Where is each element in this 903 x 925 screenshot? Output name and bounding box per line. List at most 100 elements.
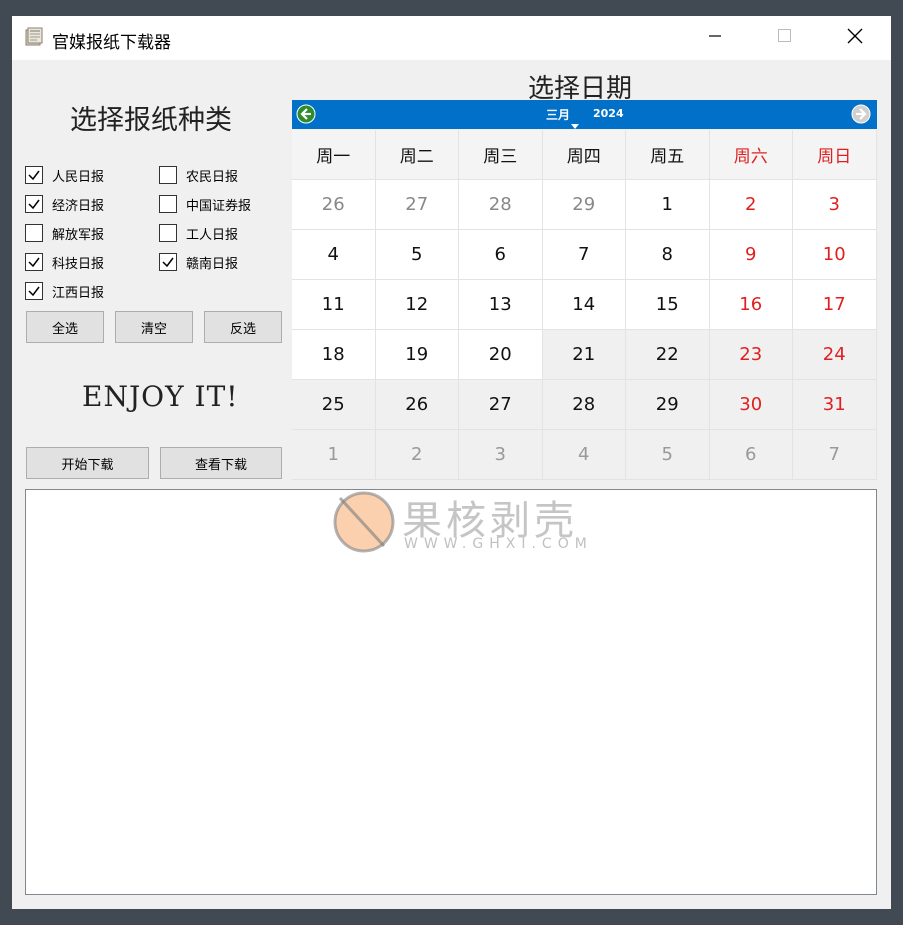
checkbox-box[interactable]	[159, 166, 177, 184]
checkbox-keji[interactable]: 科技日报	[25, 252, 104, 272]
calendar-day[interactable]: 20	[459, 330, 543, 380]
calendar-day[interactable]: 24	[793, 330, 877, 380]
newspaper-type-heading: 选择报纸种类	[70, 105, 232, 136]
log-textbox[interactable]	[25, 489, 877, 895]
checkbox-label: 人民日报	[52, 169, 105, 185]
select-all-button[interactable]: 全选	[26, 311, 104, 343]
calendar-day[interactable]: 28	[542, 380, 626, 430]
checkbox-zhengquan[interactable]: 中国证券报	[159, 194, 251, 214]
calendar-day[interactable]: 23	[709, 330, 793, 380]
maximize-icon	[776, 28, 792, 48]
view-downloads-button[interactable]: 查看下载	[160, 447, 282, 479]
close-button[interactable]	[832, 16, 878, 60]
calendar-day[interactable]: 6	[709, 430, 793, 480]
checkbox-box[interactable]	[25, 282, 43, 300]
window-title: 官媒报纸下载器	[52, 33, 171, 53]
calendar-day[interactable]: 5	[375, 230, 459, 280]
checkbox-label: 工人日报	[186, 227, 239, 243]
checkbox-jingji[interactable]: 经济日报	[25, 194, 104, 214]
year-selector[interactable]: 2024	[593, 107, 624, 120]
calendar-week: 1 2 3 4 5 6 7	[292, 430, 877, 480]
calendar-day[interactable]: 27	[375, 180, 459, 230]
checkbox-label: 经济日报	[52, 198, 105, 214]
calendar-day[interactable]: 7	[542, 230, 626, 280]
calendar-week: 11 12 13 14 15 16 17	[292, 280, 877, 330]
calendar-day[interactable]: 6	[459, 230, 543, 280]
calendar-day[interactable]: 1	[292, 430, 376, 480]
calendar-day[interactable]: 22	[626, 330, 710, 380]
calendar-day[interactable]: 18	[292, 330, 376, 380]
calendar-day[interactable]: 30	[709, 380, 793, 430]
maximize-button[interactable]	[761, 16, 807, 60]
calendar-day[interactable]: 3	[793, 180, 877, 230]
calendar-day[interactable]: 28	[459, 180, 543, 230]
calendar-week: 26 27 28 29 1 2 3	[292, 180, 877, 230]
minimize-button[interactable]	[692, 16, 738, 60]
calendar-week: 4 5 6 7 8 9 10	[292, 230, 877, 280]
checkbox-box[interactable]	[25, 253, 43, 271]
calendar-day[interactable]: 14	[542, 280, 626, 330]
checkbox-nongmin[interactable]: 农民日报	[159, 165, 238, 185]
start-download-button[interactable]: 开始下载	[26, 447, 149, 479]
invert-selection-button[interactable]: 反选	[204, 311, 282, 343]
calendar-day[interactable]: 26	[292, 180, 376, 230]
calendar-day[interactable]: 3	[459, 430, 543, 480]
checkbox-box[interactable]	[159, 195, 177, 213]
calendar-day[interactable]: 5	[626, 430, 710, 480]
checkbox-label: 解放军报	[52, 227, 105, 243]
checkbox-box[interactable]	[159, 253, 177, 271]
prev-month-icon[interactable]	[296, 104, 316, 124]
month-selector[interactable]: 三月	[546, 106, 570, 123]
checkbox-box[interactable]	[159, 224, 177, 242]
calendar-day[interactable]: 15	[626, 280, 710, 330]
window-body: 选择报纸种类 人民日报 农民日报 经济日报 中国证券报 解放军报 工人日报 科技…	[12, 60, 891, 909]
weekday-header-row: 周一 周二 周三 周四 周五 周六 周日	[292, 130, 877, 180]
calendar-day[interactable]: 19	[375, 330, 459, 380]
checkbox-label: 赣南日报	[186, 256, 239, 272]
calendar-day[interactable]: 29	[542, 180, 626, 230]
checkbox-box[interactable]	[25, 195, 43, 213]
minimize-icon	[707, 28, 723, 48]
checkbox-box[interactable]	[25, 224, 43, 242]
calendar-day[interactable]: 1	[626, 180, 710, 230]
weekday-tue: 周二	[375, 130, 459, 180]
calendar-day[interactable]: 31	[793, 380, 877, 430]
next-month-icon[interactable]	[851, 104, 871, 124]
calendar-day[interactable]: 12	[375, 280, 459, 330]
calendar-day[interactable]: 29	[626, 380, 710, 430]
weekday-sat: 周六	[709, 130, 793, 180]
calendar-day[interactable]: 8	[626, 230, 710, 280]
calendar-day[interactable]: 10	[793, 230, 877, 280]
checkbox-box[interactable]	[25, 166, 43, 184]
calendar-day[interactable]: 2	[709, 180, 793, 230]
calendar-day[interactable]: 7	[793, 430, 877, 480]
checkbox-label: 江西日报	[52, 285, 105, 301]
calendar-week: 25 26 27 28 29 30 31	[292, 380, 877, 430]
checkbox-renmin[interactable]: 人民日报	[25, 165, 104, 185]
checkbox-gongren[interactable]: 工人日报	[159, 223, 238, 243]
clear-button[interactable]: 清空	[115, 311, 193, 343]
close-icon	[846, 27, 864, 49]
app-window: 官媒报纸下载器 选择报纸种类 人民日报 农民日报 经济日报 中国证券报 解放军报…	[12, 16, 891, 909]
weekday-sun: 周日	[793, 130, 877, 180]
weekday-thu: 周四	[542, 130, 626, 180]
calendar-day[interactable]: 9	[709, 230, 793, 280]
newspaper-icon	[24, 27, 44, 47]
calendar-day[interactable]: 4	[292, 230, 376, 280]
checkbox-gannan[interactable]: 赣南日报	[159, 252, 238, 272]
calendar-day[interactable]: 21	[542, 330, 626, 380]
calendar-day[interactable]: 17	[793, 280, 877, 330]
checkbox-label: 科技日报	[52, 256, 105, 272]
calendar-day[interactable]: 2	[375, 430, 459, 480]
calendar-day[interactable]: 27	[459, 380, 543, 430]
checkbox-jiefangjun[interactable]: 解放军报	[25, 223, 104, 243]
checkbox-jiangxi[interactable]: 江西日报	[25, 281, 104, 301]
calendar-day[interactable]: 13	[459, 280, 543, 330]
calendar-day[interactable]: 16	[709, 280, 793, 330]
weekday-mon: 周一	[292, 130, 376, 180]
calendar-day[interactable]: 4	[542, 430, 626, 480]
calendar-day[interactable]: 25	[292, 380, 376, 430]
calendar-week: 18 19 20 21 22 23 24	[292, 330, 877, 380]
calendar-day[interactable]: 26	[375, 380, 459, 430]
calendar-day[interactable]: 11	[292, 280, 376, 330]
